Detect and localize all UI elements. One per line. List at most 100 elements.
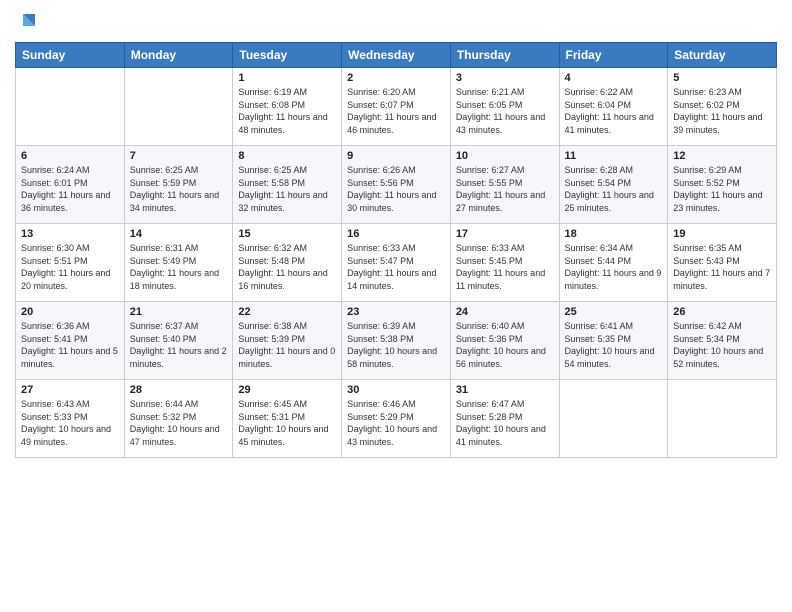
cell-daylight: Daylight: 10 hours and 56 minutes. — [456, 346, 546, 369]
cell-daylight: Daylight: 10 hours and 45 minutes. — [238, 424, 328, 447]
day-number: 30 — [347, 384, 445, 396]
cell-daylight: Daylight: 11 hours and 30 minutes. — [347, 190, 436, 213]
cell-daylight: Daylight: 11 hours and 46 minutes. — [347, 112, 436, 135]
cell-sunset: Sunset: 5:56 PM — [347, 178, 414, 188]
day-number: 7 — [130, 150, 228, 162]
cell-sunset: Sunset: 5:41 PM — [21, 334, 88, 344]
cell-daylight: Daylight: 11 hours and 14 minutes. — [347, 268, 436, 291]
day-number: 24 — [456, 306, 554, 318]
calendar-cell: 22 Sunrise: 6:38 AM Sunset: 5:39 PM Dayl… — [233, 302, 342, 380]
calendar-cell — [668, 380, 777, 458]
day-number: 17 — [456, 228, 554, 240]
calendar-cell — [559, 380, 668, 458]
calendar-cell: 7 Sunrise: 6:25 AM Sunset: 5:59 PM Dayli… — [124, 146, 233, 224]
calendar-cell: 24 Sunrise: 6:40 AM Sunset: 5:36 PM Dayl… — [450, 302, 559, 380]
day-number: 3 — [456, 72, 554, 84]
calendar-cell — [16, 68, 125, 146]
cell-sunset: Sunset: 5:36 PM — [456, 334, 523, 344]
cell-sunset: Sunset: 6:02 PM — [673, 100, 740, 110]
cell-daylight: Daylight: 11 hours and 18 minutes. — [130, 268, 219, 291]
day-number: 1 — [238, 72, 336, 84]
day-number: 21 — [130, 306, 228, 318]
day-number: 27 — [21, 384, 119, 396]
day-number: 26 — [673, 306, 771, 318]
cell-daylight: Daylight: 11 hours and 25 minutes. — [565, 190, 654, 213]
cell-daylight: Daylight: 11 hours and 0 minutes. — [238, 346, 335, 369]
cell-sunset: Sunset: 6:01 PM — [21, 178, 88, 188]
cell-sunset: Sunset: 6:05 PM — [456, 100, 523, 110]
cell-daylight: Daylight: 11 hours and 11 minutes. — [456, 268, 545, 291]
cell-sunset: Sunset: 5:32 PM — [130, 412, 197, 422]
calendar-cell: 29 Sunrise: 6:45 AM Sunset: 5:31 PM Dayl… — [233, 380, 342, 458]
calendar-cell: 14 Sunrise: 6:31 AM Sunset: 5:49 PM Dayl… — [124, 224, 233, 302]
cell-daylight: Daylight: 10 hours and 43 minutes. — [347, 424, 437, 447]
day-number: 12 — [673, 150, 771, 162]
cell-sunrise: Sunrise: 6:25 AM — [130, 165, 199, 175]
calendar-cell: 3 Sunrise: 6:21 AM Sunset: 6:05 PM Dayli… — [450, 68, 559, 146]
cell-sunrise: Sunrise: 6:43 AM — [21, 399, 90, 409]
calendar-cell: 31 Sunrise: 6:47 AM Sunset: 5:28 PM Dayl… — [450, 380, 559, 458]
calendar-cell: 28 Sunrise: 6:44 AM Sunset: 5:32 PM Dayl… — [124, 380, 233, 458]
cell-sunset: Sunset: 5:48 PM — [238, 256, 305, 266]
calendar-cell: 9 Sunrise: 6:26 AM Sunset: 5:56 PM Dayli… — [342, 146, 451, 224]
cell-sunset: Sunset: 5:47 PM — [347, 256, 414, 266]
cell-sunset: Sunset: 5:52 PM — [673, 178, 740, 188]
weekday-header: Wednesday — [342, 43, 451, 68]
cell-sunrise: Sunrise: 6:39 AM — [347, 321, 416, 331]
cell-sunrise: Sunrise: 6:33 AM — [456, 243, 525, 253]
calendar-cell: 30 Sunrise: 6:46 AM Sunset: 5:29 PM Dayl… — [342, 380, 451, 458]
header-row: SundayMondayTuesdayWednesdayThursdayFrid… — [16, 43, 777, 68]
day-number: 28 — [130, 384, 228, 396]
cell-sunset: Sunset: 5:31 PM — [238, 412, 305, 422]
page: SundayMondayTuesdayWednesdayThursdayFrid… — [0, 0, 792, 612]
calendar-cell: 27 Sunrise: 6:43 AM Sunset: 5:33 PM Dayl… — [16, 380, 125, 458]
cell-sunrise: Sunrise: 6:19 AM — [238, 87, 307, 97]
cell-sunset: Sunset: 5:35 PM — [565, 334, 632, 344]
cell-daylight: Daylight: 11 hours and 23 minutes. — [673, 190, 762, 213]
calendar-week-row: 6 Sunrise: 6:24 AM Sunset: 6:01 PM Dayli… — [16, 146, 777, 224]
calendar-cell: 16 Sunrise: 6:33 AM Sunset: 5:47 PM Dayl… — [342, 224, 451, 302]
day-number: 5 — [673, 72, 771, 84]
logo-icon — [15, 10, 39, 34]
cell-sunrise: Sunrise: 6:44 AM — [130, 399, 199, 409]
calendar-cell: 23 Sunrise: 6:39 AM Sunset: 5:38 PM Dayl… — [342, 302, 451, 380]
weekday-header: Monday — [124, 43, 233, 68]
cell-sunset: Sunset: 5:44 PM — [565, 256, 632, 266]
day-number: 16 — [347, 228, 445, 240]
cell-sunrise: Sunrise: 6:37 AM — [130, 321, 199, 331]
calendar-cell: 11 Sunrise: 6:28 AM Sunset: 5:54 PM Dayl… — [559, 146, 668, 224]
calendar-cell: 12 Sunrise: 6:29 AM Sunset: 5:52 PM Dayl… — [668, 146, 777, 224]
cell-sunset: Sunset: 5:29 PM — [347, 412, 414, 422]
cell-sunrise: Sunrise: 6:25 AM — [238, 165, 307, 175]
cell-sunrise: Sunrise: 6:30 AM — [21, 243, 90, 253]
cell-sunset: Sunset: 5:54 PM — [565, 178, 632, 188]
cell-daylight: Daylight: 11 hours and 34 minutes. — [130, 190, 219, 213]
day-number: 9 — [347, 150, 445, 162]
cell-sunrise: Sunrise: 6:42 AM — [673, 321, 742, 331]
cell-sunrise: Sunrise: 6:20 AM — [347, 87, 416, 97]
calendar-cell: 25 Sunrise: 6:41 AM Sunset: 5:35 PM Dayl… — [559, 302, 668, 380]
cell-sunrise: Sunrise: 6:35 AM — [673, 243, 742, 253]
cell-daylight: Daylight: 11 hours and 20 minutes. — [21, 268, 110, 291]
cell-sunrise: Sunrise: 6:27 AM — [456, 165, 525, 175]
cell-daylight: Daylight: 11 hours and 43 minutes. — [456, 112, 545, 135]
calendar-week-row: 13 Sunrise: 6:30 AM Sunset: 5:51 PM Dayl… — [16, 224, 777, 302]
cell-sunrise: Sunrise: 6:29 AM — [673, 165, 742, 175]
calendar-cell: 26 Sunrise: 6:42 AM Sunset: 5:34 PM Dayl… — [668, 302, 777, 380]
weekday-header: Thursday — [450, 43, 559, 68]
calendar-week-row: 27 Sunrise: 6:43 AM Sunset: 5:33 PM Dayl… — [16, 380, 777, 458]
cell-sunrise: Sunrise: 6:36 AM — [21, 321, 90, 331]
cell-daylight: Daylight: 10 hours and 54 minutes. — [565, 346, 655, 369]
weekday-header: Saturday — [668, 43, 777, 68]
calendar-cell: 18 Sunrise: 6:34 AM Sunset: 5:44 PM Dayl… — [559, 224, 668, 302]
cell-sunset: Sunset: 5:59 PM — [130, 178, 197, 188]
weekday-header: Friday — [559, 43, 668, 68]
cell-sunset: Sunset: 5:58 PM — [238, 178, 305, 188]
cell-sunset: Sunset: 5:34 PM — [673, 334, 740, 344]
day-number: 25 — [565, 306, 663, 318]
cell-daylight: Daylight: 11 hours and 39 minutes. — [673, 112, 762, 135]
calendar-cell: 1 Sunrise: 6:19 AM Sunset: 6:08 PM Dayli… — [233, 68, 342, 146]
cell-sunrise: Sunrise: 6:40 AM — [456, 321, 525, 331]
cell-daylight: Daylight: 11 hours and 16 minutes. — [238, 268, 327, 291]
calendar-week-row: 1 Sunrise: 6:19 AM Sunset: 6:08 PM Dayli… — [16, 68, 777, 146]
